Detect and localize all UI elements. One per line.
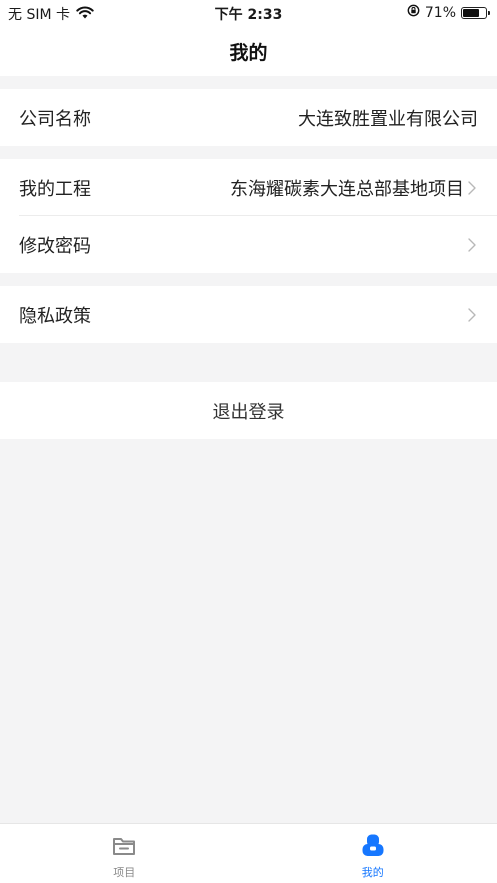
settings-card: 我的工程 东海耀碳素大连总部基地项目 修改密码	[0, 159, 497, 273]
privacy-card: 隐私政策	[0, 286, 497, 343]
change-password-row[interactable]: 修改密码	[0, 216, 497, 273]
screen: 无 SIM 卡 下午 2:33 71% 我的 公司名称 大连致胜置业有限公司 我…	[0, 0, 497, 883]
chevron-right-icon	[468, 307, 478, 323]
logout-button[interactable]: 退出登录	[0, 382, 497, 439]
company-row: 公司名称 大连致胜置业有限公司	[0, 89, 497, 146]
tab-mine[interactable]: 我的	[249, 824, 497, 883]
chevron-right-icon	[468, 180, 478, 196]
status-right: 71%	[407, 4, 490, 21]
tab-projects-label: 项目	[113, 866, 136, 879]
rotation-lock-icon	[407, 4, 420, 21]
status-bar: 无 SIM 卡 下午 2:33 71%	[0, 0, 497, 26]
change-password-label: 修改密码	[19, 235, 91, 257]
my-project-label: 我的工程	[19, 178, 91, 200]
logout-card: 退出登录	[0, 382, 497, 439]
tab-projects[interactable]: 项目	[0, 824, 249, 883]
company-label: 公司名称	[19, 108, 91, 130]
battery-fill	[463, 8, 479, 17]
battery-percent: 71%	[424, 4, 456, 21]
my-project-row[interactable]: 我的工程 东海耀碳素大连总部基地项目	[0, 159, 497, 216]
nav-bar: 我的	[0, 26, 497, 76]
company-card: 公司名称 大连致胜置业有限公司	[0, 89, 497, 146]
company-value: 大连致胜置业有限公司	[298, 108, 478, 130]
tab-bar: 项目 我的	[0, 823, 497, 883]
chevron-right-icon	[468, 237, 478, 253]
my-project-value: 东海耀碳素大连总部基地项目	[230, 178, 464, 200]
tab-mine-label: 我的	[361, 866, 384, 879]
folder-icon	[111, 833, 137, 861]
battery-icon	[461, 6, 490, 19]
page-title: 我的	[229, 41, 268, 64]
privacy-policy-row[interactable]: 隐私政策	[0, 286, 497, 343]
privacy-policy-label: 隐私政策	[19, 305, 91, 327]
user-icon	[360, 833, 386, 861]
